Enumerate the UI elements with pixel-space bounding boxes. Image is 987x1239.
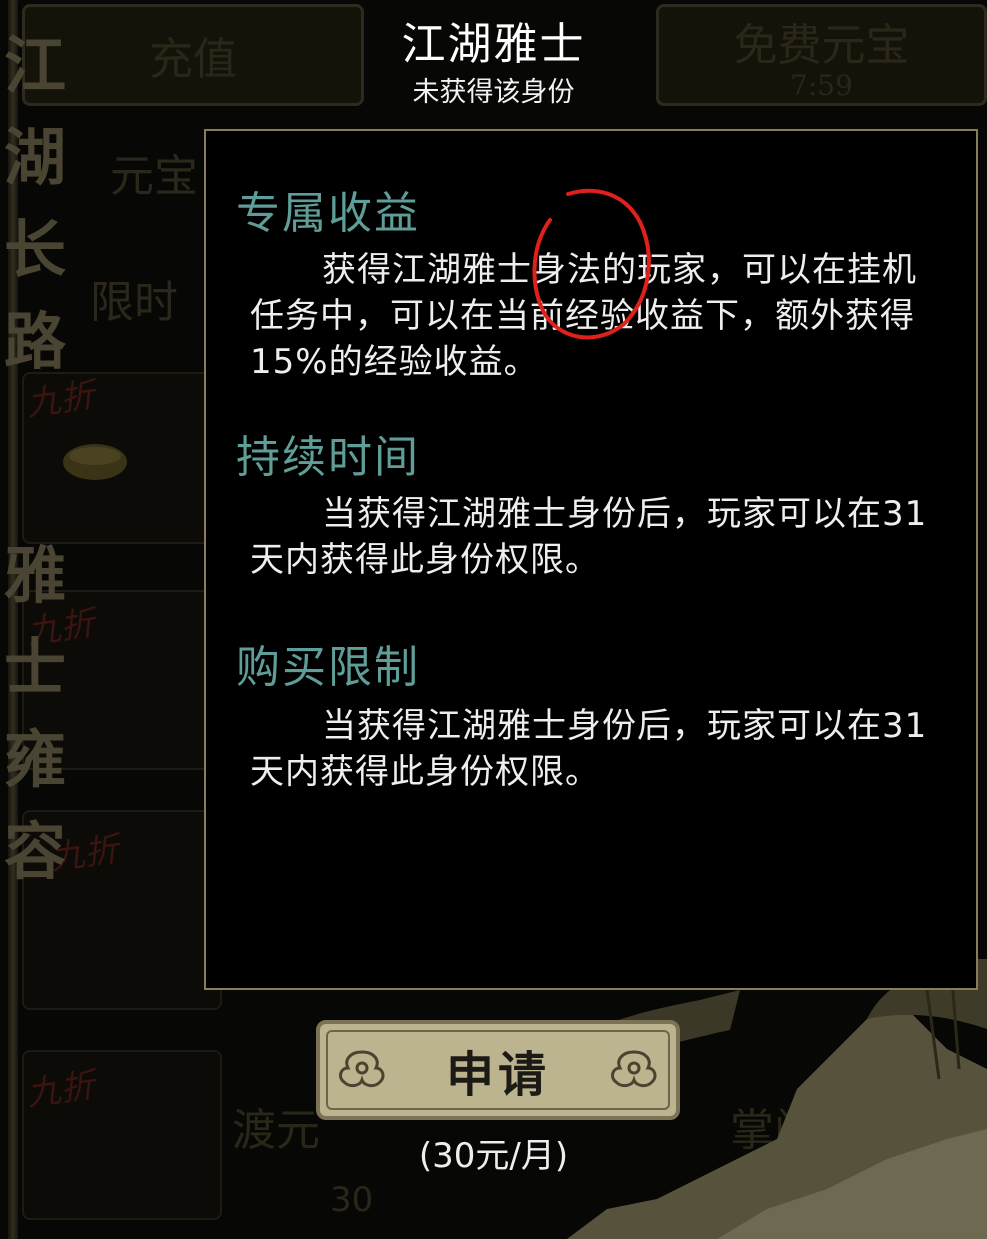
calligraphy-char: 湖 — [3, 121, 66, 194]
calligraphy-char: 雍 — [3, 723, 66, 796]
limited-tab-bg: 限时 — [90, 277, 178, 328]
section-title-benefits: 专属收益 — [236, 188, 420, 239]
calligraphy-char: 长 — [3, 213, 66, 286]
bowl-icon — [63, 444, 127, 480]
apply-button-label: 申请 — [445, 1047, 550, 1103]
section-title-purchase-limit: 购买限制 — [236, 642, 420, 693]
calligraphy-char: 士 — [3, 631, 66, 704]
section-title-duration: 持续时间 — [236, 432, 420, 483]
page-title: 江湖雅士 — [401, 19, 586, 70]
price-label: (30元/月) — [418, 1136, 569, 1176]
calligraphy-char: 雅 — [3, 539, 66, 612]
cloud-ornament-icon — [611, 1050, 657, 1088]
calligraphy-char: 容 — [3, 815, 66, 888]
section-body-purchase-limit: 当获得江湖雅士身份后，玩家可以在31天内获得此身份权限。 — [250, 706, 928, 792]
ingot-tab-bg: 元宝 — [110, 151, 198, 202]
side-calligraphy: 雅 士 雍 容 — [0, 530, 70, 898]
calligraphy-char: 路 — [3, 305, 66, 378]
sale-tag: 九折 — [24, 1065, 97, 1115]
identity-status: 未获得该身份 — [412, 77, 575, 108]
annotation-circle — [532, 188, 651, 340]
section-body-duration: 当获得江湖雅士身份后，玩家可以在31天内获得此身份权限。 — [250, 494, 928, 580]
cloud-ornament-icon — [339, 1050, 385, 1088]
apply-button[interactable]: 申请 — [316, 1020, 680, 1120]
bottom-item-left-num: 30 — [330, 1180, 374, 1220]
